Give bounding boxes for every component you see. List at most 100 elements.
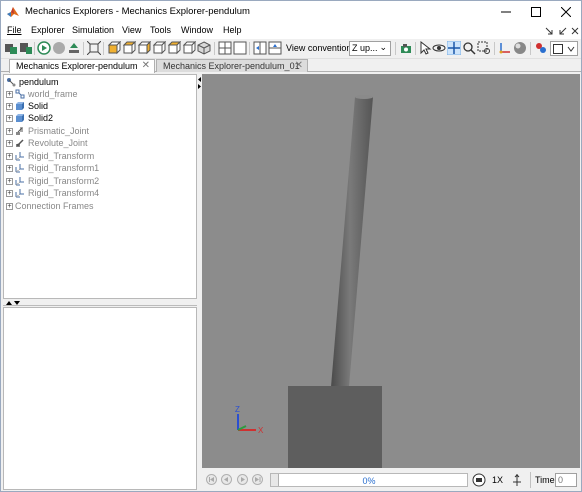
view-top-icon[interactable] bbox=[167, 41, 181, 55]
tree-item-rigid-transform1[interactable]: + Rigid_Transform1 bbox=[6, 162, 99, 174]
tab-label: Mechanics Explorer-pendulum_01 bbox=[163, 61, 300, 71]
tree-item-rigid-transform[interactable]: + Rigid_Transform bbox=[6, 150, 94, 162]
record-icon[interactable] bbox=[472, 473, 486, 487]
maximize-button[interactable] bbox=[521, 1, 551, 23]
view-isometric-icon[interactable] bbox=[197, 41, 211, 55]
tree-item-solid[interactable]: + Solid bbox=[6, 100, 48, 112]
tree-item-label: Rigid_Transform2 bbox=[28, 176, 100, 186]
tree-item-label: Solid bbox=[28, 101, 49, 111]
tab-close-icon[interactable]: ✕ bbox=[295, 60, 303, 71]
revolute-joint-icon bbox=[16, 139, 24, 147]
single-view-icon[interactable] bbox=[218, 41, 232, 55]
menu-help[interactable]: Help bbox=[223, 25, 242, 35]
playback-speed[interactable]: 1X bbox=[492, 475, 503, 485]
tree-item-prismatic-joint[interactable]: + Prismatic_Joint bbox=[6, 125, 89, 137]
view-front-icon[interactable] bbox=[107, 41, 121, 55]
view-bottom-icon[interactable] bbox=[182, 41, 196, 55]
tree-item-connection-frames[interactable]: + Connection Frames bbox=[6, 200, 94, 212]
menu-explorer[interactable]: Explorer bbox=[31, 25, 65, 35]
expand-icon[interactable]: + bbox=[6, 177, 13, 185]
minimize-button[interactable] bbox=[491, 1, 521, 23]
expand-icon[interactable]: + bbox=[6, 139, 13, 147]
expand-icon[interactable]: + bbox=[6, 102, 13, 110]
dock-icon[interactable] bbox=[559, 27, 567, 35]
layout-dropdown[interactable] bbox=[550, 41, 578, 56]
view-right-icon[interactable] bbox=[152, 41, 166, 55]
menu-file-label: File bbox=[7, 25, 22, 35]
zoom-box-icon[interactable] bbox=[477, 41, 491, 55]
split-horizontal-icon[interactable] bbox=[253, 41, 267, 55]
undock-icon[interactable] bbox=[545, 27, 553, 35]
toolbar-separator bbox=[103, 42, 104, 55]
menu-tools[interactable]: Tools bbox=[150, 25, 171, 35]
toolbar-separator bbox=[494, 42, 495, 55]
model-tree-icon[interactable] bbox=[19, 41, 33, 55]
rewind-to-start-button[interactable] bbox=[206, 474, 217, 485]
toolbar: View convention: Z up... ⌄ bbox=[1, 39, 581, 59]
close-icon bbox=[561, 7, 571, 17]
toolbar-separator bbox=[249, 42, 250, 55]
solid-icon bbox=[16, 114, 24, 122]
menu-view-label: View bbox=[122, 25, 142, 35]
four-view-icon[interactable] bbox=[233, 41, 247, 55]
time-label: Time bbox=[535, 475, 555, 485]
menu-bar: File Explorer Simulation View Tools Wind… bbox=[1, 23, 581, 39]
expand-icon[interactable]: + bbox=[6, 114, 13, 122]
menu-simulation[interactable]: Simulation bbox=[72, 25, 114, 35]
time-input[interactable]: 0 bbox=[555, 473, 577, 487]
tree-item-solid2[interactable]: + Solid2 bbox=[6, 112, 53, 124]
camera-icon[interactable] bbox=[399, 41, 413, 55]
window-layout-icon bbox=[553, 44, 563, 54]
play-icon bbox=[241, 477, 245, 482]
panel-splitter[interactable] bbox=[3, 300, 197, 306]
step-icon[interactable] bbox=[67, 41, 81, 55]
view-convention-dropdown[interactable]: Z up... ⌄ bbox=[349, 41, 391, 56]
expand-icon[interactable]: + bbox=[6, 164, 13, 172]
tab-mechanics-explorer-pendulum-01[interactable]: Mechanics Explorer-pendulum_01 ✕ bbox=[156, 59, 308, 72]
run-icon[interactable] bbox=[37, 41, 51, 55]
split-vertical-icon[interactable] bbox=[268, 41, 282, 55]
stop-icon[interactable] bbox=[52, 41, 66, 55]
tree-root[interactable]: pendulum bbox=[6, 76, 59, 88]
settings-icon[interactable] bbox=[534, 41, 548, 55]
select-cursor-icon[interactable] bbox=[418, 41, 432, 55]
matlab-logo-icon bbox=[7, 7, 19, 17]
rendering-icon[interactable] bbox=[513, 41, 527, 55]
tree-item-revolute-joint[interactable]: + Revolute_Joint bbox=[6, 137, 88, 149]
prismatic-joint-icon bbox=[16, 127, 23, 135]
expand-icon[interactable]: + bbox=[6, 127, 13, 135]
pan-icon[interactable] bbox=[447, 41, 461, 55]
view-convention-label: View convention: bbox=[286, 43, 354, 53]
rotate-icon[interactable] bbox=[432, 41, 446, 55]
panel-close-icon[interactable] bbox=[571, 27, 579, 35]
play-button[interactable] bbox=[237, 474, 248, 485]
menu-window[interactable]: Window bbox=[181, 25, 213, 35]
menu-file[interactable]: File bbox=[7, 25, 22, 35]
frames-icon[interactable] bbox=[498, 41, 512, 55]
step-back-icon bbox=[224, 477, 228, 482]
close-button[interactable] bbox=[551, 1, 581, 23]
fit-to-view-icon[interactable] bbox=[87, 41, 101, 55]
open-model-icon[interactable] bbox=[4, 41, 18, 55]
model-tree-panel: pendulum + world_frame + Solid + Solid2 … bbox=[3, 74, 197, 299]
expand-icon[interactable]: + bbox=[6, 189, 13, 197]
tab-mechanics-explorer-pendulum[interactable]: Mechanics Explorer-pendulum ✕ bbox=[9, 59, 155, 73]
expand-icon[interactable]: + bbox=[6, 202, 13, 210]
step-forward-button[interactable] bbox=[252, 474, 263, 485]
tree-item-world-frame[interactable]: + world_frame bbox=[6, 88, 78, 100]
menu-view[interactable]: View bbox=[122, 25, 141, 35]
zoom-icon[interactable] bbox=[462, 41, 476, 55]
tree-item-rigid-transform4[interactable]: + Rigid_Transform4 bbox=[6, 187, 99, 199]
expand-icon[interactable]: + bbox=[6, 90, 13, 98]
step-back-button[interactable] bbox=[221, 474, 232, 485]
splitter-arrows-icon[interactable] bbox=[5, 300, 21, 306]
tree-item-rigid-transform2[interactable]: + Rigid_Transform2 bbox=[6, 175, 99, 187]
speed-slider-icon[interactable] bbox=[510, 473, 524, 487]
view-back-icon[interactable] bbox=[122, 41, 136, 55]
view-left-icon[interactable] bbox=[137, 41, 151, 55]
expand-icon[interactable]: + bbox=[6, 152, 13, 160]
tab-strip: Mechanics Explorer-pendulum ✕ Mechanics … bbox=[1, 59, 581, 73]
tab-close-icon[interactable]: ✕ bbox=[142, 60, 150, 71]
playback-progress-slider[interactable]: 0% bbox=[270, 473, 468, 487]
3d-viewport[interactable]: Z X bbox=[202, 74, 580, 468]
